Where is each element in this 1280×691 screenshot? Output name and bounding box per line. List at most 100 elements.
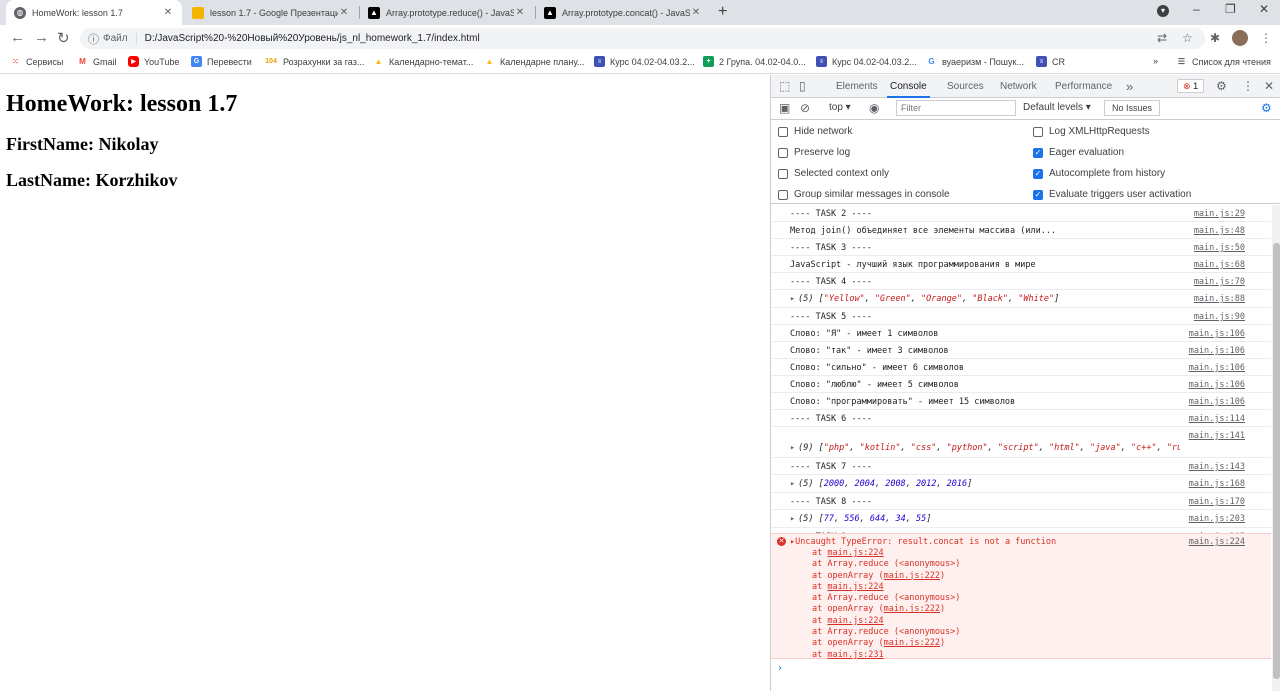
source-link[interactable]: main.js:106 bbox=[1189, 329, 1245, 339]
extensions-puzzle-icon[interactable]: ✱ bbox=[1210, 31, 1220, 45]
setting-group-similar-messages-in-console[interactable]: Group similar messages in console bbox=[778, 189, 950, 200]
source-link[interactable]: main.js:106 bbox=[1189, 346, 1245, 356]
tab-slides[interactable]: lesson 1.7 - Google Презентации ✕ bbox=[184, 0, 358, 25]
source-link[interactable]: main.js:29 bbox=[1194, 209, 1245, 219]
reading-list[interactable]: ☰ Список для чтения bbox=[1176, 56, 1271, 67]
console-log-line[interactable]: ▸ (5) ["Yellow", "Green", "Orange", "Blac… bbox=[771, 291, 1271, 308]
bookmark-star-icon[interactable]: ☆ bbox=[1182, 31, 1193, 45]
checkbox[interactable] bbox=[778, 189, 788, 200]
minimize-icon[interactable]: – bbox=[1193, 2, 1200, 16]
bookmark-google-search[interactable]: Gвуаеризм - Пошук... bbox=[926, 56, 1024, 67]
settings-gear-icon[interactable]: ⚙ bbox=[1216, 79, 1227, 93]
checkbox[interactable] bbox=[778, 147, 788, 158]
sidebar-toggle-icon[interactable]: ▣ bbox=[779, 101, 790, 115]
setting-autocomplete-from-history[interactable]: ✓ Autocomplete from history bbox=[1033, 168, 1165, 179]
close-icon[interactable]: ✕ bbox=[162, 7, 174, 18]
device-toolbar-icon[interactable]: ▯ bbox=[799, 79, 806, 93]
source-link[interactable]: main.js:90 bbox=[1194, 312, 1245, 322]
setting-preserve-log[interactable]: Preserve log bbox=[778, 147, 850, 158]
stack-source-link[interactable]: main.js:231 bbox=[827, 650, 883, 660]
translate-icon[interactable]: ⇄ bbox=[1157, 31, 1167, 45]
setting-eager-evaluation[interactable]: ✓ Eager evaluation bbox=[1033, 147, 1124, 158]
forward-arrow-icon[interactable]: → bbox=[34, 29, 49, 46]
tab-concat[interactable]: ▲ Array.prototype.concat() - JavaScript … bbox=[536, 0, 710, 25]
close-icon[interactable]: ✕ bbox=[338, 7, 350, 18]
checkbox[interactable]: ✓ bbox=[1033, 189, 1043, 200]
tab-sources[interactable]: Sources bbox=[947, 75, 984, 98]
source-link[interactable]: main.js:68 bbox=[1194, 260, 1245, 270]
maximize-icon[interactable]: ❐ bbox=[1225, 2, 1236, 16]
stack-source-link[interactable]: main.js:222 bbox=[884, 638, 940, 648]
window-close-icon[interactable]: ✕ bbox=[1259, 2, 1269, 16]
setting-evaluate-triggers-user-activation[interactable]: ✓ Evaluate triggers user activation bbox=[1033, 189, 1191, 200]
bookmark-course-2[interactable]: ≡ Курс 04.02-04.03.2... bbox=[816, 56, 917, 67]
source-link[interactable]: main.js:143 bbox=[1189, 462, 1245, 472]
bookmark-services[interactable]: ⁙ Сервисы bbox=[10, 56, 63, 67]
error-message[interactable]: ✕ ▸Uncaught TypeError: result.concat is … bbox=[771, 533, 1271, 660]
context-selector[interactable]: top ▾ bbox=[829, 102, 851, 113]
back-arrow-icon[interactable]: ← bbox=[10, 29, 25, 46]
source-link[interactable]: main.js:106 bbox=[1189, 363, 1245, 373]
profile-avatar[interactable] bbox=[1232, 30, 1248, 46]
console-log-line[interactable]: ▸ (5) [77, 556, 644, 34, 55] main.js:203 bbox=[771, 511, 1271, 528]
tab-network[interactable]: Network bbox=[1000, 75, 1037, 98]
bookmark-cr[interactable]: ≡ CR bbox=[1036, 56, 1065, 67]
checkbox[interactable] bbox=[778, 168, 788, 179]
expand-triangle-icon[interactable]: ▸ bbox=[790, 514, 795, 524]
info-icon[interactable]: ⓘ bbox=[88, 31, 99, 47]
setting-hide-network[interactable]: Hide network bbox=[778, 126, 852, 137]
close-icon[interactable]: ✕ bbox=[690, 7, 702, 18]
setting-selected-context-only[interactable]: Selected context only bbox=[778, 168, 889, 179]
source-link[interactable]: main.js:88 bbox=[1194, 294, 1245, 304]
console-scrollbar-thumb[interactable] bbox=[1273, 243, 1280, 679]
expand-triangle-icon[interactable]: ▸ bbox=[790, 443, 795, 453]
stack-source-link[interactable]: main.js:224 bbox=[827, 582, 883, 592]
expand-triangle-icon[interactable]: ▸ bbox=[790, 479, 795, 489]
checkbox[interactable] bbox=[778, 126, 788, 137]
console-prompt-icon[interactable]: › bbox=[777, 663, 783, 674]
checkbox[interactable]: ✓ bbox=[1033, 168, 1043, 179]
source-link[interactable]: main.js:50 bbox=[1194, 243, 1245, 253]
console-log-line[interactable]: ▸ (5) [2000, 2004, 2008, 2012, 2016] main.… bbox=[771, 476, 1271, 493]
live-expression-eye-icon[interactable]: ◉ bbox=[869, 101, 879, 115]
tab-elements[interactable]: Elements bbox=[836, 75, 878, 98]
bookmark-calendar-1[interactable]: ▲ Календарно-темат... bbox=[373, 56, 474, 67]
expand-triangle-icon[interactable]: ▸ bbox=[790, 294, 795, 304]
reload-icon[interactable]: ↻ bbox=[57, 29, 70, 47]
log-levels-dropdown[interactable]: Default levels ▾ bbox=[1023, 102, 1091, 113]
source-link[interactable]: main.js:70 bbox=[1194, 277, 1245, 287]
console-settings-gear-icon[interactable]: ⚙ bbox=[1261, 101, 1272, 115]
source-link[interactable]: main.js:114 bbox=[1189, 414, 1245, 424]
console-filter-input[interactable] bbox=[896, 100, 1016, 116]
stack-source-link[interactable]: main.js:222 bbox=[884, 571, 940, 581]
error-source-link[interactable]: main.js:224 bbox=[1189, 537, 1245, 547]
source-link[interactable]: main.js:141 bbox=[1189, 431, 1245, 441]
url-text[interactable]: D:/JavaScript%20-%20Новый%20Уровень/js_n… bbox=[145, 33, 480, 44]
tab-console[interactable]: Console bbox=[887, 75, 930, 98]
close-icon[interactable]: ✕ bbox=[514, 7, 526, 18]
bookmark-gas[interactable]: 104 Розрахунки за газ... bbox=[264, 56, 364, 67]
checkbox[interactable] bbox=[1033, 126, 1043, 137]
menu-kebab-icon[interactable]: ⋮ bbox=[1260, 31, 1272, 45]
more-tabs-chevron-icon[interactable]: » bbox=[1126, 75, 1133, 98]
issues-button[interactable]: No Issues bbox=[1104, 100, 1161, 116]
inspect-element-icon[interactable]: ⬚ bbox=[779, 79, 790, 93]
bookmark-course-1[interactable]: ≡ Курс 04.02-04.03.2... bbox=[594, 56, 695, 67]
error-count-badge[interactable]: ⊗ 1 bbox=[1177, 79, 1205, 93]
new-tab-plus-icon[interactable]: + bbox=[718, 3, 727, 21]
address-bar[interactable]: ⓘ Файл D:/JavaScript%20-%20Новый%20Урове… bbox=[80, 28, 1205, 49]
stack-source-link[interactable]: main.js:224 bbox=[827, 616, 883, 626]
bookmark-calendar-2[interactable]: ▲ Календарне плану... bbox=[484, 56, 585, 67]
bookmark-gmail[interactable]: M Gmail bbox=[77, 56, 116, 67]
tab-reduce[interactable]: ▲ Array.prototype.reduce() - JavaScript … bbox=[360, 0, 534, 25]
clear-console-icon[interactable]: ⊘ bbox=[800, 101, 810, 115]
source-link[interactable]: main.js:170 bbox=[1189, 497, 1245, 507]
setting-log-xmlhttprequests[interactable]: Log XMLHttpRequests bbox=[1033, 126, 1150, 137]
tab-search-icon[interactable]: ▾ bbox=[1157, 5, 1169, 17]
source-link[interactable]: main.js:168 bbox=[1189, 479, 1245, 489]
stack-source-link[interactable]: main.js:224 bbox=[827, 548, 883, 558]
error-text[interactable]: ▸Uncaught TypeError: result.concat is no… bbox=[790, 537, 1056, 547]
bookmark-youtube[interactable]: ▶ YouTube bbox=[128, 56, 179, 67]
bookmark-group[interactable]: +2 Група. 04.02-04.0... bbox=[703, 56, 806, 67]
devtools-close-icon[interactable]: ✕ bbox=[1264, 79, 1274, 93]
